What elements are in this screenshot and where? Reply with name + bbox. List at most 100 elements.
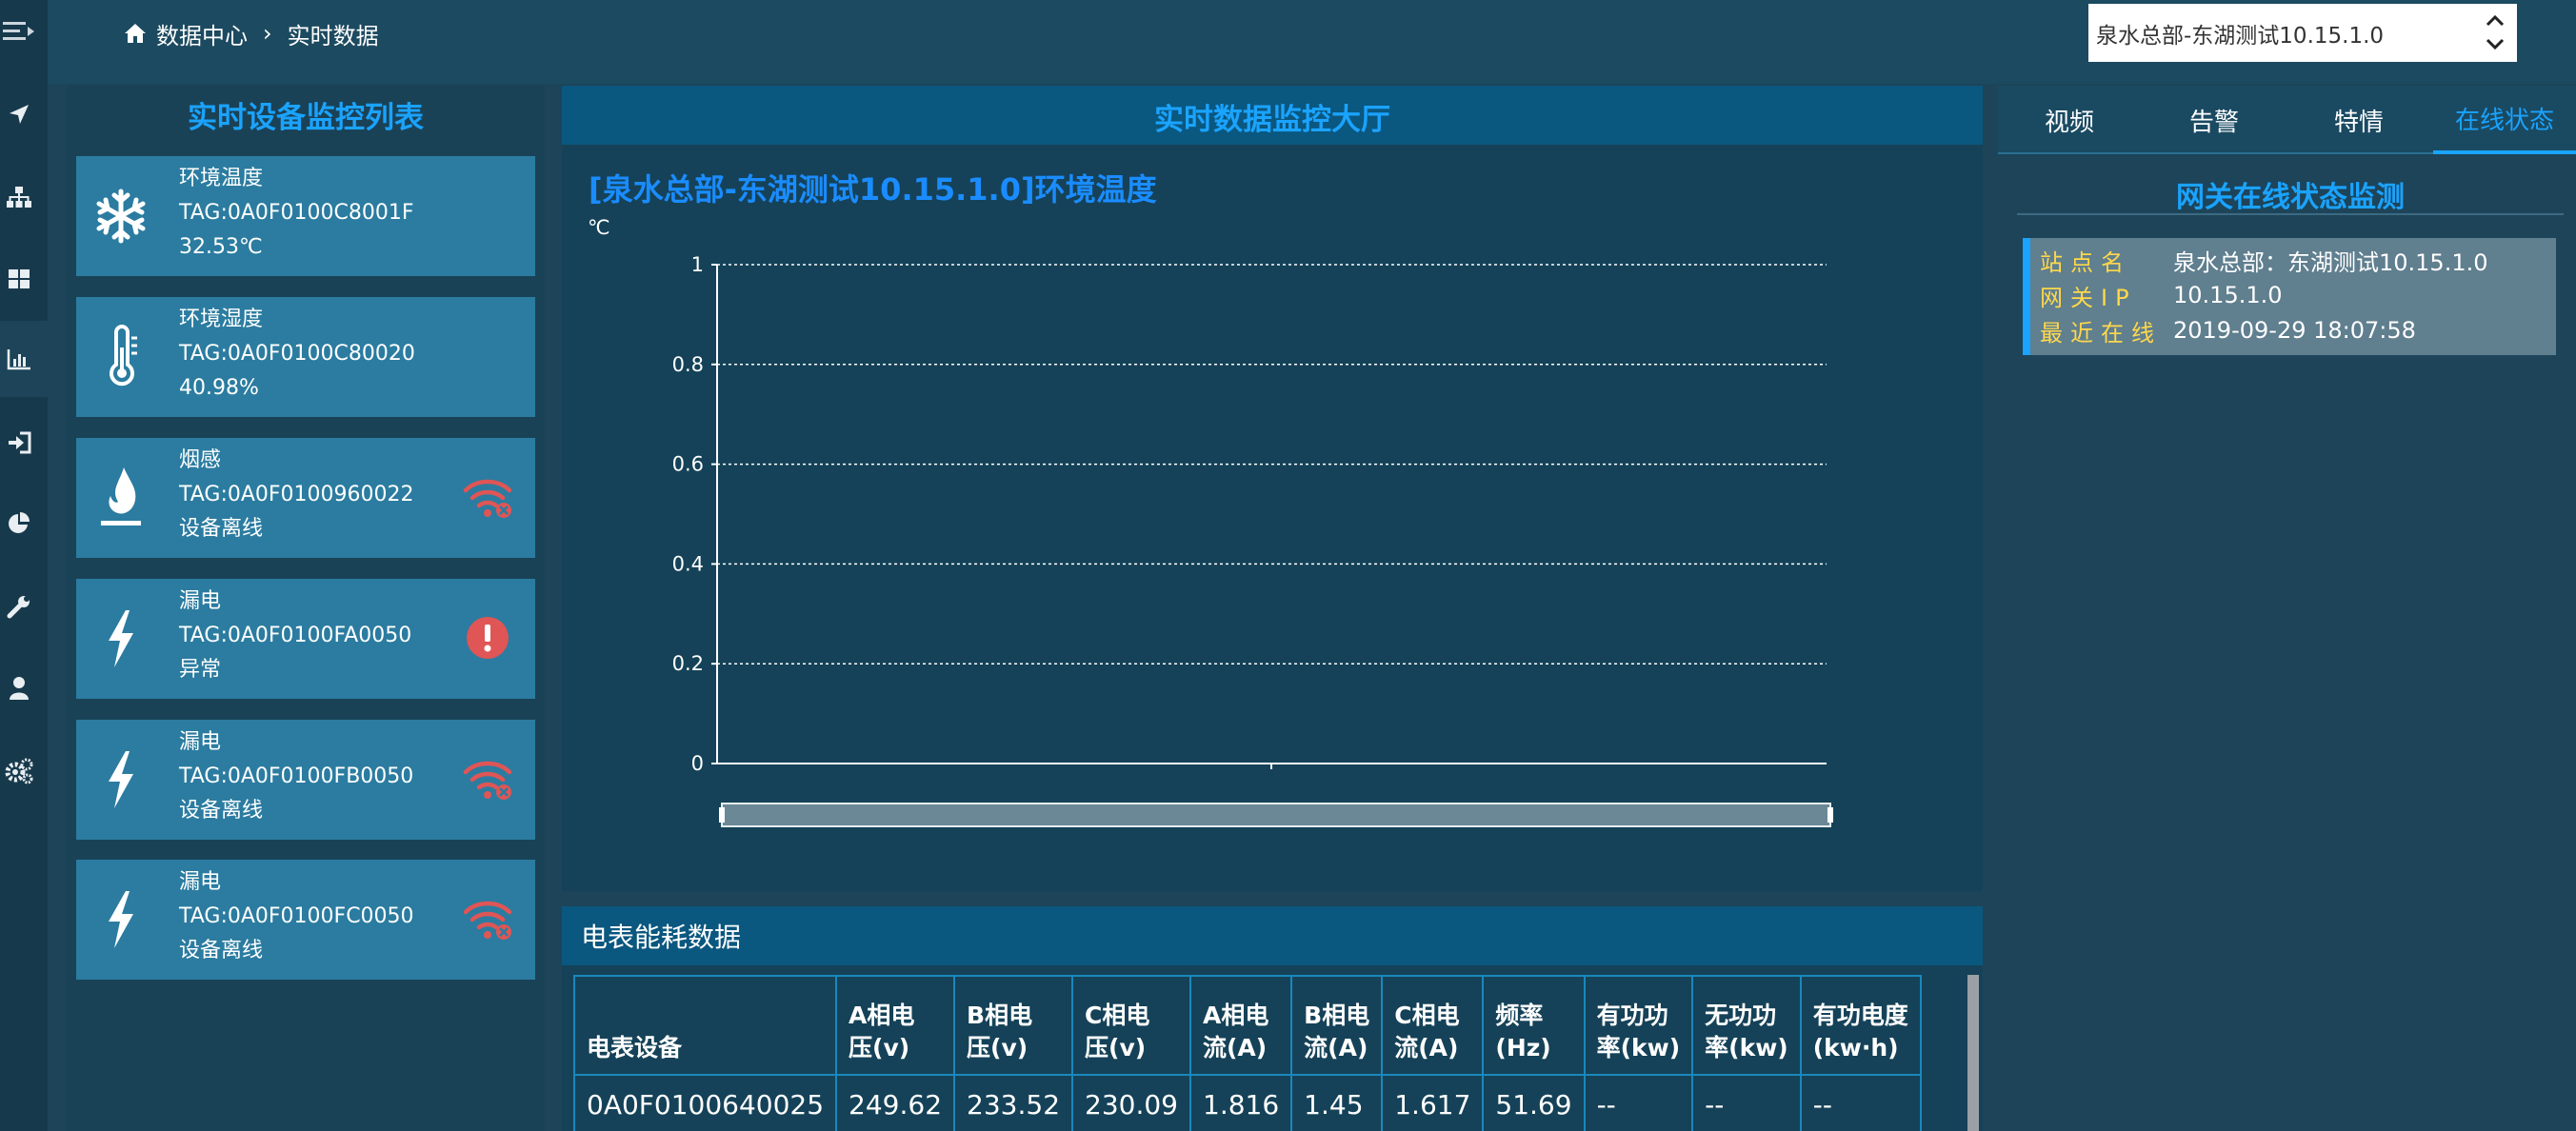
meter-header-line: 压(v) (967, 1034, 1028, 1062)
bolt-icon (109, 610, 133, 667)
alert-icon (467, 617, 509, 659)
device-card[interactable]: 漏电 TAG:0A0F0100FB0050 设备离线 (76, 720, 535, 840)
tab-online-status[interactable]: 在线状态 (2433, 86, 2576, 154)
device-card[interactable]: 烟感 TAG:0A0F0100960022 设备离线 (76, 438, 535, 558)
select-updown-icon[interactable] (2481, 9, 2509, 56)
tab-video[interactable]: 视频 (1998, 86, 2141, 154)
device-card[interactable]: 漏电 TAG:0A0F0100FC0050 设备离线 (76, 860, 535, 980)
tab-alarm[interactable]: 告警 (2143, 86, 2286, 154)
device-tag: TAG:0A0F0100FB0050 (179, 764, 414, 788)
device-card[interactable]: 环境湿度 TAG:0A0F0100C80020 40.98% (76, 297, 535, 417)
user-icon[interactable] (3, 674, 35, 703)
zoom-handle-right[interactable] (1827, 807, 1833, 823)
meter-col-header: A相电流(A) (1188, 975, 1293, 1076)
meter-cell: 1.617 (1381, 1074, 1485, 1131)
last-online-label: 最近在线 (2040, 319, 2162, 347)
meter-header-row: 电表设备 A相电 压(v) B相电 压(v) C相电 压(v) A相电 流(A) B相电 流(A) C… (572, 975, 1922, 1076)
gateway-ip-value: 10.15.1.0 (2173, 282, 2283, 308)
meter-header-line: 电表设备 (587, 1034, 683, 1062)
meter-header-line: 流(A) (1304, 1034, 1368, 1062)
gateway-site-row: 站点名 泉水总部：东湖测试10.15.1.0 (2040, 243, 2488, 277)
y-tick-label: 0 (691, 752, 704, 775)
meter-header-line: C相电 (1085, 1002, 1150, 1029)
meter-header-line: 流(A) (1394, 1034, 1459, 1062)
meter-col-header: C相电压(v) (1071, 975, 1191, 1076)
meter-cell: 249.62 (835, 1074, 956, 1131)
flame-icon (101, 467, 141, 526)
wifi-off-icon (463, 901, 512, 940)
device-list-title: 实时设备监控列表 (188, 101, 424, 135)
meter-header-line: 有功电度 (1812, 1002, 1908, 1029)
zoom-handle-left[interactable] (719, 807, 725, 823)
gateway-ip-label: 网关IP (2040, 284, 2137, 311)
meter-cell: -- (1799, 1074, 1922, 1131)
settings-gears-icon[interactable] (3, 757, 35, 785)
wifi-off-icon (463, 479, 512, 518)
table-scrollbar[interactable] (1967, 975, 1979, 1131)
device-value: 32.53℃ (179, 235, 263, 259)
meter-header-line: 有功功 (1596, 1002, 1668, 1029)
meter-cell: 0A0F0100640025 (572, 1074, 838, 1131)
tab-special[interactable]: 特情 (2287, 86, 2430, 154)
meter-header-line: 压(v) (1085, 1034, 1147, 1062)
meter-col-header: 有功电度 (kw·h) (1799, 975, 1922, 1076)
meter-header-line: (kw·h) (1812, 1034, 1899, 1062)
site-name-label: 站点名 (2040, 248, 2131, 276)
device-name: 环境湿度 (179, 308, 264, 331)
device-value: 40.98% (179, 376, 259, 400)
y-tick-label: 0.6 (672, 453, 704, 476)
table-row[interactable]: 0A0F0100640025 249.62 233.52 230.09 1.816 1.4… (572, 1074, 1922, 1131)
last-online-value: 2019-09-29 18:07:58 (2173, 317, 2416, 344)
meter-col-header: B相电 压(v) (953, 975, 1074, 1076)
meter-title: 电表能耗数据 (562, 906, 1983, 965)
device-name: 环境温度 (179, 167, 264, 190)
breadcrumb-separator: › (263, 20, 272, 47)
device-value: 异常 (179, 658, 222, 682)
bolt-icon (109, 891, 133, 948)
navigate-icon[interactable] (3, 100, 35, 129)
wrench-icon[interactable] (3, 592, 35, 621)
device-name: 漏电 (179, 870, 222, 894)
site-select[interactable]: 泉水总部-东湖测试10.15.1.0 (2088, 4, 2517, 62)
meter-col-header: A相电 压(v) (835, 975, 956, 1076)
device-card[interactable]: 漏电 TAG:0A0F0100FA0050 异常 (76, 579, 535, 699)
meter-panel: 电表能耗数据 电表设备 A相电 压(v) B相电 压(v) C相电 压(v) A相电 流(A) B… (562, 906, 1983, 1131)
meter-cell: 51.69 (1482, 1074, 1586, 1131)
sitemap-icon[interactable] (3, 183, 35, 211)
meter-header-line: A相电 (1203, 1002, 1269, 1029)
pie-chart-icon[interactable] (3, 509, 35, 538)
y-axis-unit: ℃ (588, 216, 610, 239)
y-tick-label: 0.8 (672, 353, 704, 376)
y-tick-label: 0.2 (672, 652, 704, 675)
meter-header-line: 流(A) (1203, 1034, 1268, 1062)
meter-header-line: 压(v) (849, 1034, 910, 1062)
device-tag: TAG:0A0F0100FC0050 (179, 904, 414, 928)
meter-col-header: 频率 (Hz) (1482, 975, 1586, 1076)
tab-bar: 视频 告警 特情 在线状态 (1998, 86, 2576, 154)
meter-header-line: 无功功 (1705, 1002, 1777, 1029)
bar-chart-icon[interactable] (3, 345, 35, 373)
breadcrumb-home[interactable]: 数据中心 (156, 17, 248, 50)
meter-table: 电表设备 A相电 压(v) B相电 压(v) C相电 压(v) A相电 流(A) B相电 流(A) C… (572, 975, 1922, 1131)
temperature-chart: ℃ 0 0.2 0.4 0.6 0.8 1 (588, 216, 1833, 827)
device-name: 漏电 (179, 589, 222, 613)
device-card[interactable]: 环境温度 TAG:0A0F0100C8001F 32.53℃ (76, 156, 535, 276)
monitor-panel: 实时数据监控大厅 [泉水总部-东湖测试10.15.1.0]环境温度 ℃ 0 0.2… (562, 86, 1983, 891)
menu-toggle-icon[interactable] (3, 17, 35, 46)
meter-col-header: C相电 流(A) (1381, 975, 1485, 1076)
device-tag: TAG:0A0F0100FA0050 (179, 624, 412, 647)
bolt-icon (109, 751, 133, 808)
meter-header-line: B相电 (1304, 1002, 1370, 1029)
device-value: 设备离线 (179, 799, 264, 823)
device-value: 设备离线 (179, 939, 264, 962)
meter-header-line: (Hz) (1495, 1034, 1551, 1062)
zoom-slider[interactable] (719, 803, 1833, 827)
device-tag: TAG:0A0F0100C8001F (179, 201, 414, 225)
y-tick-label: 1 (691, 253, 704, 276)
y-tick-label: 0.4 (672, 552, 704, 575)
gateway-last-online-row: 最近在线 2019-09-29 18:07:58 (2040, 313, 2416, 347)
dashboard-icon[interactable] (3, 265, 35, 293)
home-icon[interactable] (124, 23, 147, 44)
sign-in-icon[interactable] (3, 428, 35, 457)
site-select-value: 泉水总部-东湖测试10.15.1.0 (2096, 23, 2385, 49)
